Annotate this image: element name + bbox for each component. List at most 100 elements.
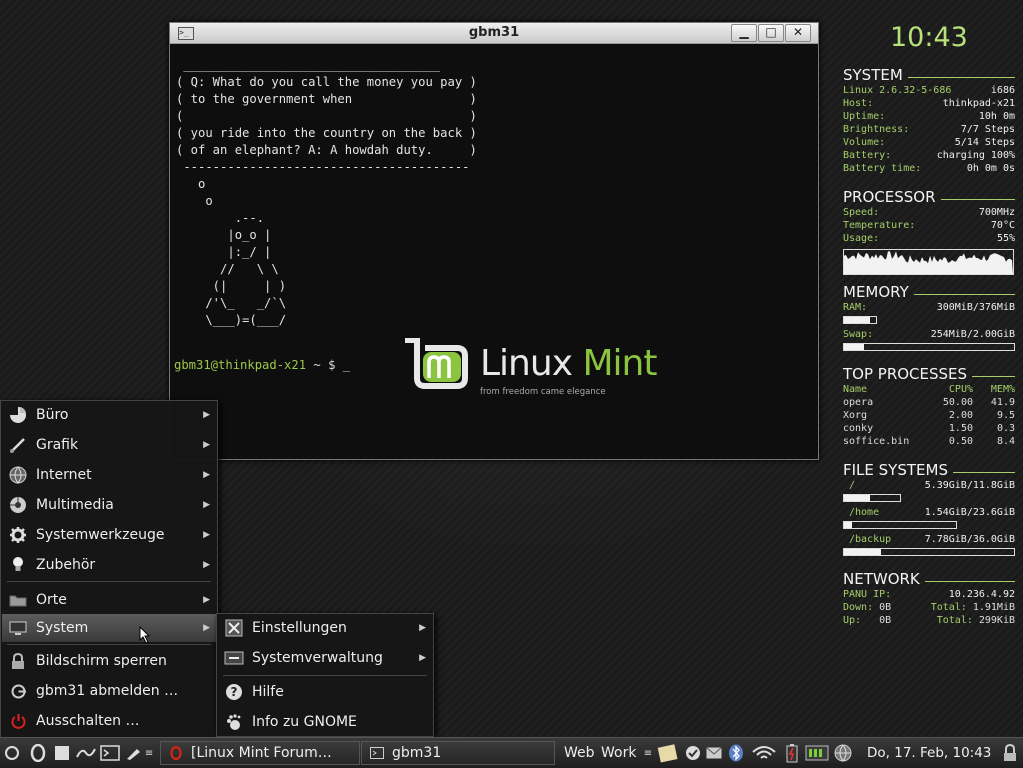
menu-launcher-icon[interactable] [3,742,21,764]
ip-value: 10.236.4.92 [948,589,1015,600]
conky-network: NETWORK PANU IP: 10.236.4.92 Down: 0B Tota… [843,570,1015,627]
gnome-foot-icon [224,712,244,732]
process-row: soffice.bin 0.50 8.4 [843,436,1015,447]
chevron-right-icon: ▶ [203,500,210,510]
mint-wordmark: Linux Mint [480,343,657,384]
conky-top-processes: TOP PROCESSES Name CPU% MEM% opera 50.00 41.… [843,365,1015,448]
swap-bar [843,343,1015,351]
ram-label: RAM: [843,302,868,313]
task-opera[interactable]: [Linux Mint Forum… [160,741,360,765]
main-menu: Büro ▶ Grafik ▶ Internet ▶ Multimedia ▶ Systemwe… [0,400,218,740]
processor-row: Temperature: 70°C [843,220,1015,231]
editor-launcher-icon[interactable] [124,742,144,764]
launcher-drawer-icon[interactable]: ≡ [145,742,153,764]
fs-usage-bar [843,548,1015,556]
help-icon: ? [224,682,244,702]
conky-filesystems: FILE SYSTEMS /5.39GiB/11.8GiB/home 1.54Gi… [843,461,1015,560]
menu-item-grafik[interactable]: Grafik ▶ [2,431,216,459]
network-heading: NETWORK [843,570,920,588]
process-row: Xorg 2.00 9.5 [843,410,1015,421]
battery-charging-icon[interactable] [784,742,800,764]
drawer-icon[interactable]: ≡ [643,742,653,764]
lock-icon [8,651,28,671]
mouse-pointer-icon [139,626,151,644]
system-row: Uptime: 10h 0m [843,111,1015,122]
minimize-button[interactable]: ▁ [731,24,757,42]
system-row: Volume: 5/14 Steps [843,137,1015,148]
show-desktop-icon[interactable] [53,742,71,764]
cpufreq-icon[interactable] [804,742,830,764]
submenu-item-admin[interactable]: Systemverwaltung ▶ [218,644,432,672]
submenu-item-about[interactable]: Info zu GNOME [218,708,432,736]
menu-item-logout[interactable]: gbm31 abmelden … [2,677,216,705]
wifi-icon[interactable] [750,742,778,764]
shell-prompt[interactable]: gbm31@thinkpad-x21 ~ $ _ [174,358,350,372]
files-launcher-icon[interactable] [76,742,96,764]
maximize-button[interactable]: □ [758,24,784,42]
fs-usage-bar [843,494,901,502]
close-button[interactable]: ✕ [785,24,811,42]
menu-item-internet[interactable]: Internet ▶ [2,461,216,489]
workspace-work[interactable]: Work [597,741,640,765]
system-submenu: Einstellungen ▶ Systemverwaltung ▶ ? Hilfe… [216,613,434,737]
process-row: conky 1.50 0.3 [843,423,1015,434]
system-row: Battery time: 0h 0m 0s [843,163,1015,174]
submenu-item-help[interactable]: ? Hilfe [218,678,432,706]
lock-screen-icon[interactable] [1001,742,1019,764]
top-heading: TOP PROCESSES [843,365,968,383]
processor-heading: PROCESSOR [843,188,936,206]
menu-item-systemwerkzeuge[interactable]: Systemwerkzeuge ▶ [2,521,216,549]
terminal-titlebar[interactable]: >_ gbm31 ▁ □ ✕ [170,23,818,44]
prompt-user: gbm31@thinkpad-x21 [174,358,307,372]
ram-value: 300MiB/376MiB [936,302,1015,313]
fs-heading: FILE SYSTEMS [843,461,948,479]
window-title: gbm31 [468,25,520,40]
net-down-row: Down: 0B Total: 1.91MiB [843,602,1015,613]
swap-value: 254MiB/2.00GiB [930,329,1015,340]
menu-item-places[interactable]: Orte ▶ [2,586,216,614]
chevron-right-icon: ▶ [203,530,210,540]
menu-item-multimedia[interactable]: Multimedia ▶ [2,491,216,519]
menu-item-lock[interactable]: Bildschirm sperren [2,647,216,675]
logout-icon [8,681,28,701]
system-row: Host: thinkpad-x21 [843,98,1015,109]
power-icon [8,711,28,731]
menu-item-zubeh-r[interactable]: Zubehör ▶ [2,551,216,579]
submenu-item-settings[interactable]: Einstellungen ▶ [218,614,432,642]
mail-icon[interactable] [705,742,723,764]
ram-bar [843,316,877,324]
fs-row: /backup 7.78GiB/36.0GiB [849,534,1015,545]
system-row: Brightness: 7/7 Steps [843,124,1015,135]
chevron-right-icon: ▶ [203,410,210,420]
process-row: opera 50.00 41.9 [843,397,1015,408]
chevron-right-icon: ▶ [419,623,426,633]
office-icon [8,405,28,425]
system-heading: SYSTEM [843,66,903,84]
system-row: Linux 2.6.32-5-686 i686 [843,85,1015,96]
opera-icon [169,746,183,760]
task-terminal[interactable]: gbm31 [361,741,555,765]
bluetooth-icon[interactable] [727,742,745,764]
processor-row: Speed: 700MHz [843,207,1015,218]
menu-item-shutdown[interactable]: Ausschalten … [2,707,216,735]
memory-heading: MEMORY [843,283,909,301]
menu-item-b-ro[interactable]: Büro ▶ [2,401,216,429]
notes-icon[interactable] [656,742,680,764]
processor-row: Usage: 55% [843,233,1015,244]
update-icon[interactable] [684,742,702,764]
lightbulb-icon [8,555,28,575]
panel-clock[interactable]: Do, 17. Feb, 10:43 [867,745,991,761]
conky-memory: MEMORY RAM: 300MiB/376MiB Swap: 254MiB/2.0… [843,283,1015,355]
workspace-web[interactable]: Web [560,741,599,765]
opera-launcher-icon[interactable] [29,742,47,764]
terminal-launcher-icon[interactable] [99,742,121,764]
multimedia-icon [8,495,28,515]
fs-usage-bar [843,521,957,529]
fortune-output: ___________________________________ ( Q:… [176,58,477,327]
terminal-icon [370,746,384,760]
chevron-right-icon: ▶ [203,560,210,570]
menu-item-system[interactable]: System ▶ [2,614,216,642]
network-globe-icon[interactable] [833,742,853,764]
monitor-icon [8,618,28,638]
conky-processor: PROCESSOR Speed: 700MHz Temperature: 70°C Us… [843,188,1015,275]
